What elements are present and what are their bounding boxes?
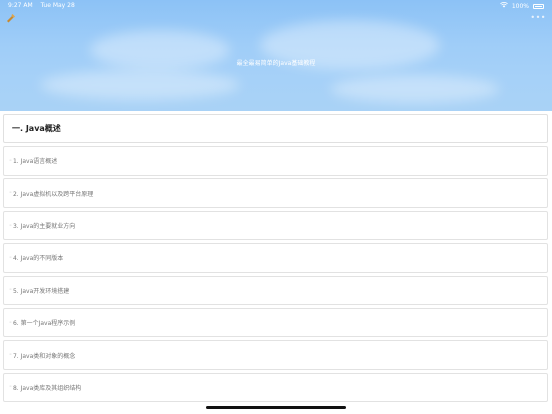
page-title: 最全最易简单的Java基础教程: [236, 60, 316, 67]
bullet-icon: ◦: [9, 222, 12, 229]
list-item[interactable]: ◦ 7. Java类和对象的概念: [3, 340, 548, 370]
bullet-icon: ◦: [9, 254, 12, 261]
bookmark-icon[interactable]: [6, 13, 16, 23]
bullet-icon: ◦: [9, 352, 12, 359]
bullet-icon: ◦: [9, 384, 12, 391]
bullet-icon: ◦: [9, 319, 12, 326]
section-header[interactable]: 一. Java概述: [3, 114, 548, 143]
list-item[interactable]: ◦ 5. Java开发环境搭建: [3, 275, 548, 306]
list-item[interactable]: ◦ 3. Java的主要就业方向: [3, 210, 548, 241]
list-item[interactable]: ◦ 6. 第一个Java程序示例: [3, 307, 548, 338]
cloud-decoration: [330, 75, 500, 103]
battery-percent: 100%: [511, 2, 529, 10]
list-item[interactable]: ◦ 1. Java语言概述: [3, 146, 548, 176]
lesson-list: 一. Java概述 ◦ 1. Java语言概述 ◦ 2. Java虚拟机以及跨平…: [3, 114, 548, 405]
list-item-label: 3. Java的主要就业方向: [12, 223, 76, 231]
status-bar: 9:27 AM Tue May 28 100%: [0, 0, 552, 12]
wifi-icon: [499, 2, 508, 10]
list-item[interactable]: ◦ 4. Java的不同版本: [3, 243, 548, 273]
list-item-label: 7. Java类和对象的概念: [12, 352, 76, 360]
bullet-icon: ◦: [9, 157, 12, 164]
cloud-decoration: [40, 70, 240, 100]
list-item-label: 6. 第一个Java程序示例: [12, 320, 76, 328]
list-item-label: 1. Java语言概述: [12, 158, 58, 166]
list-item-label: 8. Java类库及其组织结构: [12, 384, 82, 392]
list-item[interactable]: ◦ 2. Java虚拟机以及跨平台原理: [3, 178, 548, 208]
status-date: Tue May 28: [40, 2, 75, 9]
list-item-label: 5. Java开发环境搭建: [12, 287, 70, 295]
bullet-icon: ◦: [9, 287, 12, 294]
header-banner: 9:27 AM Tue May 28 100% ••• 最全最易简单的Java基…: [0, 0, 552, 111]
list-item-label: 4. Java的不同版本: [12, 255, 64, 263]
battery-icon: [533, 3, 544, 9]
status-time: 9:27 AM: [8, 2, 33, 9]
bullet-icon: ◦: [9, 190, 12, 197]
more-icon[interactable]: •••: [530, 13, 546, 22]
list-item[interactable]: ◦ 8. Java类库及其组织结构: [3, 372, 548, 403]
list-item-label: 2. Java虚拟机以及跨平台原理: [12, 190, 94, 198]
home-indicator[interactable]: [206, 406, 346, 409]
